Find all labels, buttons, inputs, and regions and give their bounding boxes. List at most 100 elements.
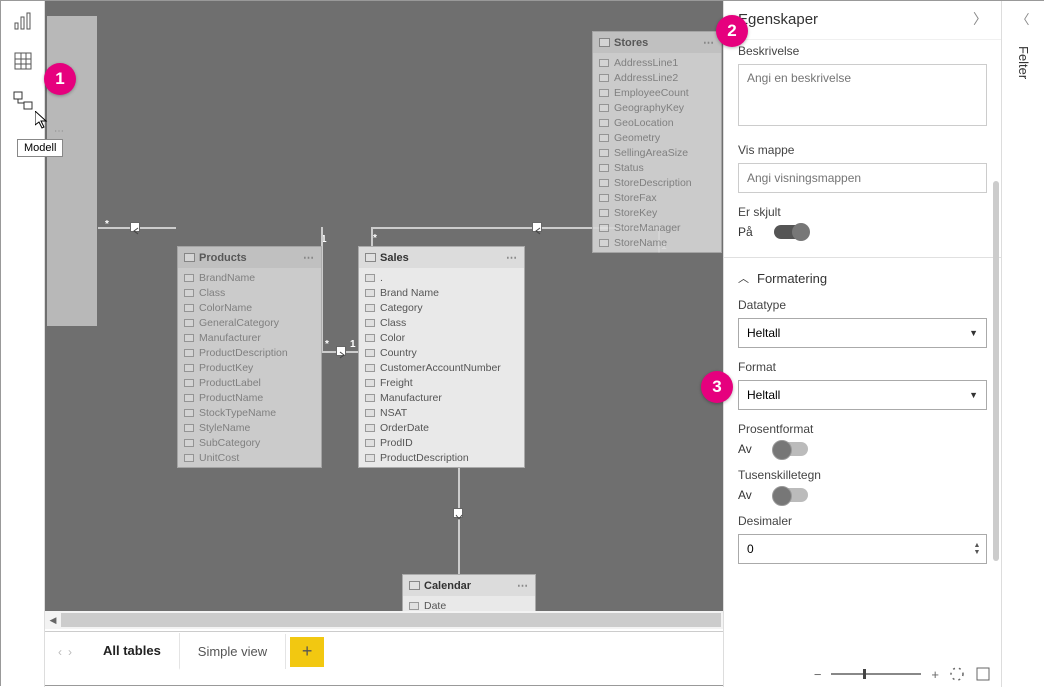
spinner-down-icon[interactable]: ▼	[968, 549, 986, 556]
table-field[interactable]: SubCategory	[178, 435, 321, 450]
table-field[interactable]: ProductKey	[178, 360, 321, 375]
table-field[interactable]: Category	[359, 300, 524, 315]
decimals-label: Desimaler	[738, 514, 987, 528]
table-field[interactable]: CustomerAccountNumber	[359, 360, 524, 375]
fit-to-page-icon[interactable]	[949, 666, 965, 682]
table-menu-icon[interactable]: ⋯	[517, 579, 529, 592]
percent-toggle[interactable]	[774, 442, 808, 456]
chevron-up-icon: ︿	[738, 270, 749, 286]
scroll-left-button[interactable]: ◀	[45, 612, 61, 628]
table-field[interactable]: Manufacturer	[178, 330, 321, 345]
tabs-nav-arrows[interactable]: ‹›	[45, 645, 85, 659]
decimals-input[interactable]	[739, 538, 968, 560]
table-field[interactable]: Date	[403, 598, 535, 611]
table-title: Sales	[380, 252, 409, 264]
formatting-section-header[interactable]: ︿ Formatering	[738, 270, 987, 286]
table-field[interactable]: EmployeeCount	[593, 85, 721, 100]
spinner-up-icon[interactable]: ▲	[968, 542, 986, 549]
model-canvas[interactable]: * 1 * 1 * 1 Stores⋯ AddressLine1 Address…	[45, 1, 723, 611]
tab-all-tables[interactable]: All tables	[85, 633, 180, 670]
table-field[interactable]: Color	[359, 330, 524, 345]
table-field[interactable]: UnitCost	[178, 450, 321, 465]
tab-simple-view[interactable]: Simple view	[180, 634, 286, 669]
table-field[interactable]: Status	[593, 160, 721, 175]
properties-panel: Egenskaper 〉 Beskrivelse Vis mappe Er sk…	[723, 1, 1001, 687]
fields-panel-label: Felter	[1002, 36, 1044, 89]
hidden-state: På	[738, 225, 760, 239]
table-field[interactable]: ProdID	[359, 435, 524, 450]
table-field[interactable]: StoreManager	[593, 220, 721, 235]
table-field[interactable]: Country	[359, 345, 524, 360]
zoom-out-button[interactable]: −	[814, 667, 822, 682]
table-field[interactable]: StoreName	[593, 235, 721, 250]
percent-state: Av	[738, 442, 760, 456]
table-field[interactable]: AddressLine1	[593, 55, 721, 70]
fields-panel-collapsed[interactable]: 〈 Felter	[1001, 1, 1044, 687]
table-field[interactable]: OrderDate	[359, 420, 524, 435]
table-field[interactable]: NSAT	[359, 405, 524, 420]
table-sales[interactable]: Sales ⋯ . Brand Name Category Class Color…	[358, 246, 525, 468]
table-icon	[599, 38, 610, 47]
table-field[interactable]: ProductLabel	[178, 375, 321, 390]
table-stores[interactable]: Stores ⋯ AddressLine1 AddressLine2 Employ…	[592, 31, 722, 253]
zoom-in-button[interactable]: +	[931, 667, 939, 682]
report-view-button[interactable]	[1, 1, 45, 41]
table-field[interactable]: Geometry	[593, 130, 721, 145]
table-field[interactable]: StoreFax	[593, 190, 721, 205]
table-title: Stores	[614, 37, 648, 49]
collapse-panel-icon[interactable]: 〉	[973, 9, 987, 29]
table-field[interactable]: ProductName	[178, 390, 321, 405]
hidden-label: Er skjult	[738, 205, 987, 219]
format-label: Format	[738, 360, 987, 374]
table-field[interactable]: SellingAreaSize	[593, 145, 721, 160]
table-menu-icon[interactable]: ⋯	[303, 251, 315, 264]
table-field[interactable]: StoreDescription	[593, 175, 721, 190]
data-view-button[interactable]	[1, 41, 45, 81]
model-view-button[interactable]	[1, 81, 45, 121]
add-tab-button[interactable]: +	[290, 637, 324, 667]
table-field[interactable]: Manufacturer	[359, 390, 524, 405]
thousand-toggle[interactable]	[774, 488, 808, 502]
datatype-select[interactable]: Heltall▼	[738, 318, 987, 348]
hidden-toggle[interactable]	[774, 225, 808, 239]
description-input[interactable]	[738, 64, 987, 126]
table-field[interactable]: .	[359, 270, 524, 285]
table-calendar[interactable]: Calendar ⋯ Date	[402, 574, 536, 611]
format-select[interactable]: Heltall▼	[738, 380, 987, 410]
zoom-bar: − +	[723, 661, 1001, 687]
canvas-page-edge	[47, 16, 97, 326]
thousand-state: Av	[738, 488, 760, 502]
fit-page-icon[interactable]	[975, 666, 991, 682]
folder-input[interactable]	[738, 163, 987, 193]
table-field[interactable]: ColorName	[178, 300, 321, 315]
folder-label: Vis mappe	[738, 143, 987, 157]
expand-fields-icon[interactable]: 〈	[1002, 1, 1044, 36]
table-field[interactable]: BrandName	[178, 270, 321, 285]
table-field[interactable]: StoreKey	[593, 205, 721, 220]
callout-badge-3: 3	[701, 371, 733, 403]
decimals-spinner[interactable]: ▲▼	[738, 534, 987, 564]
scroll-thumb[interactable]	[61, 613, 721, 627]
table-field[interactable]: Class	[359, 315, 524, 330]
thousand-label: Tusenskilletegn	[738, 468, 987, 482]
table-products[interactable]: Products⋯ BrandName Class ColorName Gene…	[177, 246, 322, 468]
table-menu-icon[interactable]: ⋯	[506, 251, 518, 264]
table-menu-icon[interactable]: ⋯	[703, 36, 715, 49]
table-field[interactable]: GeographyKey	[593, 100, 721, 115]
chevron-down-icon: ▼	[969, 328, 978, 338]
table-title: Calendar	[424, 580, 471, 592]
zoom-slider[interactable]	[831, 673, 921, 675]
table-field[interactable]: AddressLine2	[593, 70, 721, 85]
table-field[interactable]: ProductDescription	[178, 345, 321, 360]
table-field[interactable]: Freight	[359, 375, 524, 390]
table-field[interactable]: GeneralCategory	[178, 315, 321, 330]
table-field[interactable]: GeoLocation	[593, 115, 721, 130]
table-field[interactable]: Class	[178, 285, 321, 300]
table-field[interactable]: StyleName	[178, 420, 321, 435]
properties-v-scroll-thumb[interactable]	[993, 181, 999, 561]
canvas-h-scrollbar[interactable]: ◀ ▶	[45, 611, 723, 629]
callout-badge-1: 1	[44, 63, 76, 95]
table-field[interactable]: Brand Name	[359, 285, 524, 300]
table-field[interactable]: ProductDescription	[359, 450, 524, 465]
table-field[interactable]: StockTypeName	[178, 405, 321, 420]
